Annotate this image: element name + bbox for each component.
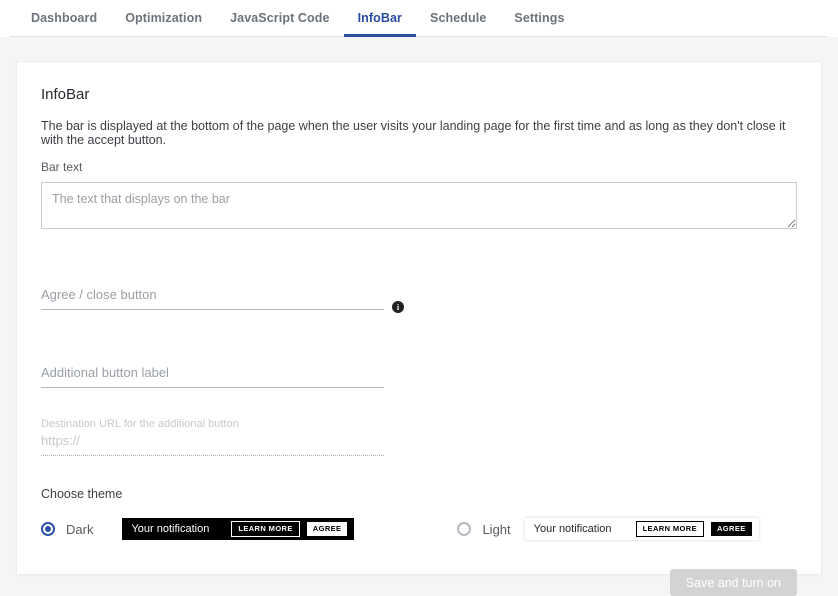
tab-optimization[interactable]: Optimization — [111, 0, 216, 36]
tab-bar: Dashboard Optimization JavaScript Code I… — [0, 0, 838, 37]
theme-option-light[interactable]: Light Your notification LEARN MORE AGREE — [457, 518, 758, 540]
tab-dashboard[interactable]: Dashboard — [17, 0, 111, 36]
destination-url-label: Destination URL for the additional butto… — [41, 418, 384, 430]
preview-learn-more-button: LEARN MORE — [231, 521, 299, 537]
panel-description: The bar is displayed at the bottom of th… — [41, 119, 797, 147]
light-radio[interactable] — [457, 522, 471, 536]
theme-options-row: Dark Your notification LEARN MORE AGREE … — [41, 518, 797, 540]
preview-message: Your notification — [534, 523, 612, 535]
tab-settings[interactable]: Settings — [500, 0, 578, 36]
preview-agree-button: AGREE — [307, 522, 348, 536]
tab-javascript-code[interactable]: JavaScript Code — [216, 0, 343, 36]
preview-agree-button: AGREE — [711, 522, 752, 536]
bar-text-label: Bar text — [41, 160, 797, 174]
page-title: InfoBar — [41, 86, 797, 103]
dark-radio[interactable] — [41, 522, 55, 536]
info-icon[interactable]: i — [392, 301, 404, 313]
additional-button-label-input[interactable] — [41, 361, 384, 388]
preview-learn-more-button: LEARN MORE — [636, 521, 704, 537]
tab-infobar[interactable]: InfoBar — [344, 0, 416, 36]
preview-message: Your notification — [131, 523, 209, 535]
theme-option-dark[interactable]: Dark Your notification LEARN MORE AGREE — [41, 518, 354, 540]
bar-text-textarea[interactable] — [41, 182, 797, 229]
choose-theme-label: Choose theme — [41, 487, 797, 501]
dark-theme-preview: Your notification LEARN MORE AGREE — [122, 518, 354, 540]
infobar-panel: InfoBar The bar is displayed at the bott… — [16, 61, 822, 575]
agree-field-row: i — [41, 283, 797, 310]
destination-url-input[interactable] — [41, 430, 384, 456]
destination-url-field: Destination URL for the additional butto… — [41, 418, 384, 456]
dark-radio-label: Dark — [66, 522, 93, 537]
light-radio-label: Light — [482, 522, 510, 537]
agree-close-button-input[interactable] — [41, 283, 384, 310]
tab-bar-inner: Dashboard Optimization JavaScript Code I… — [10, 0, 828, 37]
light-theme-preview: Your notification LEARN MORE AGREE — [525, 518, 759, 540]
additional-field-row — [41, 361, 797, 388]
tab-schedule[interactable]: Schedule — [416, 0, 500, 36]
